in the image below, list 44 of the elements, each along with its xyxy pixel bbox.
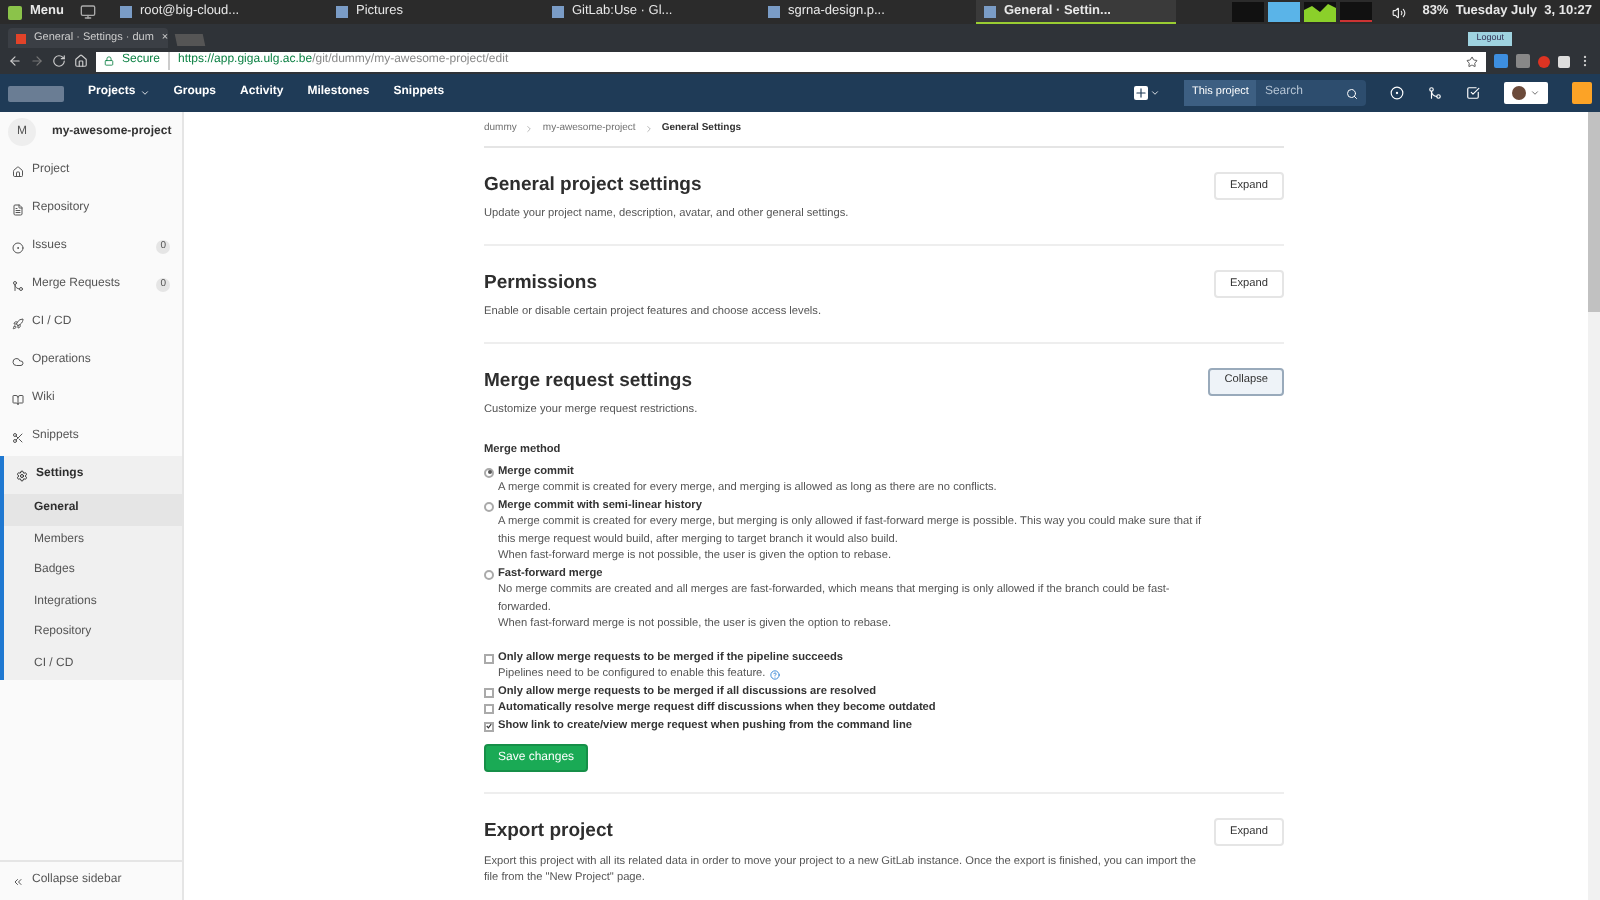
caret-icon — [1150, 88, 1160, 98]
new-item-button[interactable] — [1134, 86, 1160, 100]
checkbox[interactable] — [484, 721, 494, 731]
section-title: Export project — [484, 818, 615, 847]
desktop-icon[interactable] — [79, 4, 96, 20]
breadcrumb-separator-icon — [643, 124, 654, 134]
reload-icon[interactable] — [52, 54, 66, 68]
document-icon — [12, 203, 24, 215]
user-avatar-menu[interactable] — [1504, 82, 1548, 104]
search-icon — [1346, 87, 1358, 99]
checkbox[interactable] — [484, 704, 494, 714]
house-icon — [12, 165, 24, 177]
section-title: General project settings — [484, 172, 704, 200]
rocket-icon — [12, 317, 24, 329]
merge-request-icon[interactable] — [1428, 86, 1442, 100]
todo-icon[interactable] — [1466, 86, 1480, 100]
breadcrumb-separator-icon — [524, 124, 535, 134]
scissors-icon — [12, 431, 24, 443]
lock-icon — [104, 56, 114, 66]
book-icon — [12, 393, 24, 405]
help-icon[interactable] — [769, 670, 780, 680]
radio-button[interactable] — [484, 569, 494, 579]
settings-icon — [16, 469, 28, 481]
home-icon[interactable] — [74, 54, 88, 68]
bookmark-star-icon[interactable] — [1466, 55, 1478, 67]
section-title: Permissions — [484, 269, 599, 298]
caret-icon — [139, 88, 150, 98]
section-title: Merge request settings — [484, 367, 694, 395]
scrollbar[interactable] — [1588, 112, 1600, 900]
plus-icon — [1134, 86, 1148, 100]
forward-icon[interactable] — [30, 54, 44, 68]
circle-dot-icon — [12, 241, 24, 253]
double-chevron-icon — [12, 875, 24, 887]
volume-icon[interactable] — [1392, 5, 1407, 19]
caret-icon — [1530, 88, 1540, 98]
cloud-icon — [12, 355, 24, 367]
radio-button[interactable] — [484, 501, 494, 511]
back-icon[interactable] — [8, 54, 22, 68]
issues-icon[interactable] — [1390, 86, 1404, 100]
checkbox[interactable] — [484, 653, 494, 663]
radio-button[interactable] — [484, 467, 494, 477]
checkbox[interactable] — [484, 687, 494, 697]
merge-icon — [12, 279, 24, 291]
browser-menu-icon[interactable] — [1578, 54, 1592, 68]
